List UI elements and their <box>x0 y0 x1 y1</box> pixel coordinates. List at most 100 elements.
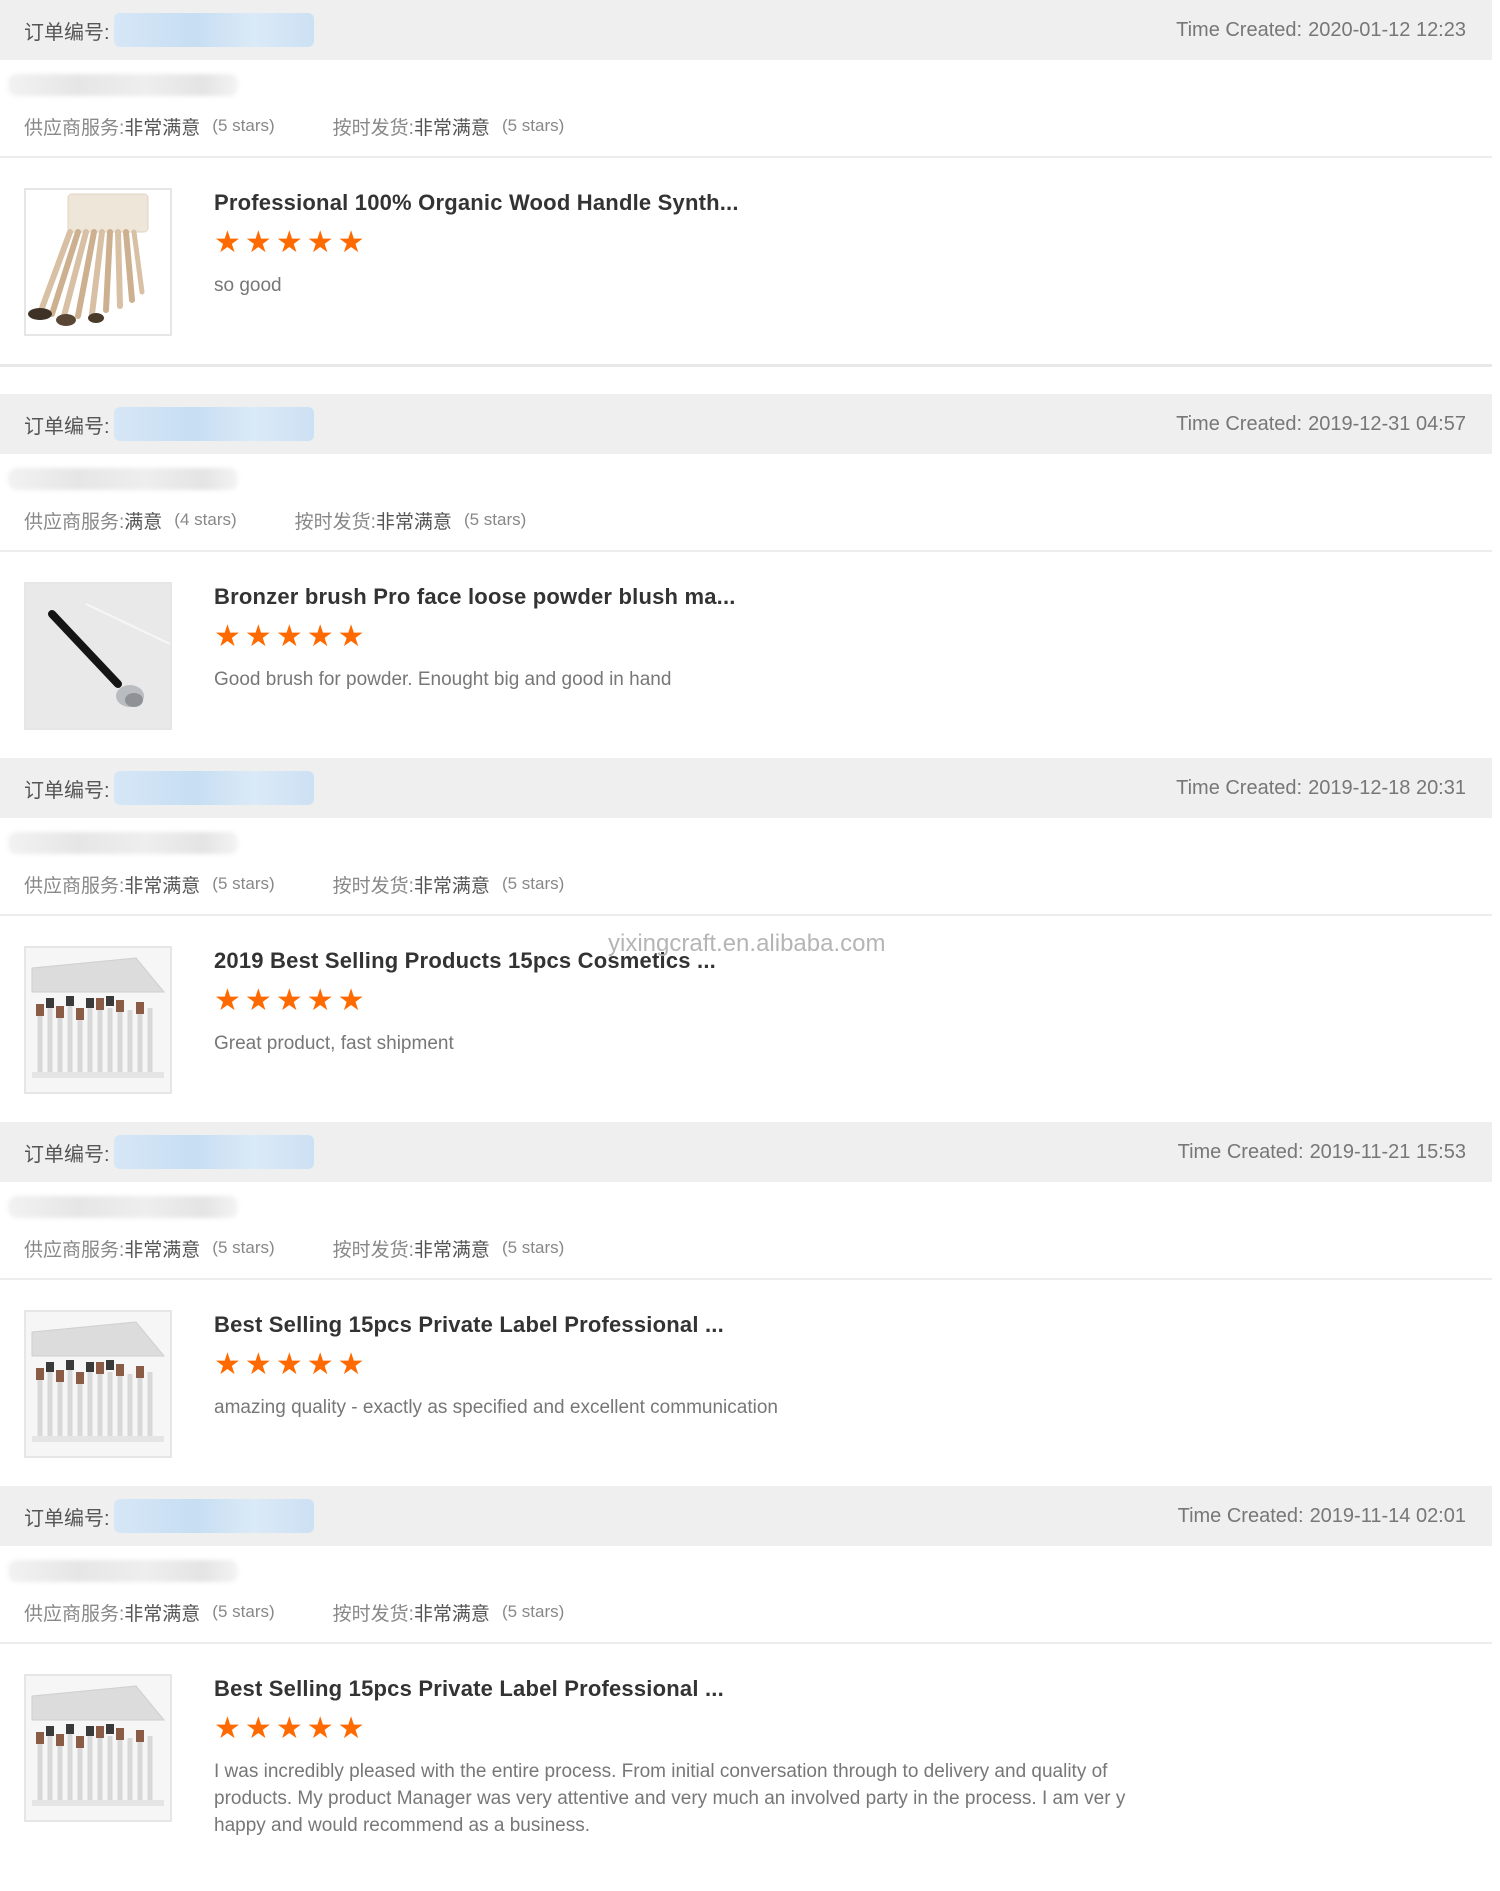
buyer-row <box>0 454 1492 490</box>
on-time-shipping-label: 按时发货: <box>332 117 414 139</box>
product-thumbnail[interactable] <box>24 946 172 1094</box>
supplier-service-rating: 供应商服务: 非常满意 (5 stars) <box>24 113 275 140</box>
product-review: 2019 Best Selling Products 15pcs Cosmeti… <box>0 916 1492 1122</box>
time-created-value: 2019-11-14 02:01 <box>1309 1504 1466 1527</box>
order-card: 订单编号: Time Created: 2019-11-14 02:01 供应商服… <box>0 1486 1492 1850</box>
on-time-shipping-value: 非常满意 <box>413 1239 490 1261</box>
product-review: Best Selling 15pcs Private Label Profess… <box>0 1644 1492 1850</box>
star-rating: ★ ★ ★ ★ ★ <box>214 986 716 1016</box>
review-text: Good brush for powder. Enought big and g… <box>214 669 672 690</box>
reviews-list: 订单编号: Time Created: 2020-01-12 12:23 供应商服… <box>0 0 1492 1850</box>
supplier-service-label: 供应商服务: <box>24 117 125 139</box>
star-icon: ★ <box>306 1712 334 1745</box>
white-brush-set-image <box>26 1676 170 1820</box>
product-info: 2019 Best Selling Products 15pcs Cosmeti… <box>214 946 716 1122</box>
on-time-shipping-label: 按时发货: <box>332 1239 414 1261</box>
product-title-link[interactable]: Professional 100% Organic Wood Handle Sy… <box>214 190 739 216</box>
order-number-label: 订单编号: <box>24 779 110 802</box>
star-icon: ★ <box>214 984 241 1017</box>
star-rating: ★ ★ ★ ★ ★ <box>214 622 736 652</box>
supplier-service-rating: 供应商服务: 非常满意 (5 stars) <box>24 1235 275 1262</box>
supplier-service-stars: (4 stars) <box>174 510 237 529</box>
order-number: 订单编号: <box>24 771 314 805</box>
time-created-value: 2019-11-21 15:53 <box>1309 1140 1466 1163</box>
buyer-name-redacted <box>8 832 238 854</box>
product-thumbnail[interactable] <box>24 188 172 336</box>
review-text: I was incredibly pleased with the entire… <box>214 1761 1126 1836</box>
supplier-service-value: 非常满意 <box>124 1239 201 1261</box>
star-icon: ★ <box>306 226 334 259</box>
order-number-redacted <box>113 407 314 441</box>
order-number-label: 订单编号: <box>24 21 110 44</box>
buyer-row <box>0 1546 1492 1582</box>
ratings-row: 供应商服务: 满意 (4 stars) 按时发货: 非常满意 (5 stars) <box>0 490 1492 552</box>
order-number-label: 订单编号: <box>24 415 110 438</box>
on-time-shipping-rating: 按时发货: 非常满意 (5 stars) <box>333 1235 565 1262</box>
star-icon: ★ <box>214 1348 241 1381</box>
time-created-label: Time Created: <box>1176 18 1303 41</box>
star-icon: ★ <box>306 620 334 653</box>
star-rating: ★ ★ ★ ★ ★ <box>214 228 739 258</box>
time-created-label: Time Created: <box>1176 412 1303 435</box>
product-title-link[interactable]: Bronzer brush Pro face loose powder blus… <box>214 584 736 610</box>
buyer-row <box>0 818 1492 854</box>
supplier-service-rating: 供应商服务: 满意 (4 stars) <box>24 507 237 534</box>
star-icon: ★ <box>214 226 241 259</box>
on-time-shipping-label: 按时发货: <box>332 1603 414 1625</box>
time-created: Time Created: 2019-11-14 02:01 <box>1178 1505 1466 1528</box>
star-icon: ★ <box>337 984 365 1017</box>
order-number-redacted <box>113 13 314 47</box>
ratings-row: 供应商服务: 非常满意 (5 stars) 按时发货: 非常满意 (5 star… <box>0 1582 1492 1644</box>
time-created: Time Created: 2019-12-31 04:57 <box>1176 413 1466 436</box>
time-created-label: Time Created: <box>1177 1140 1304 1163</box>
star-icon: ★ <box>244 1712 272 1745</box>
star-icon: ★ <box>244 984 272 1017</box>
supplier-service-rating: 供应商服务: 非常满意 (5 stars) <box>24 871 275 898</box>
order-header: 订单编号: Time Created: 2019-12-31 04:57 <box>0 394 1492 454</box>
order-number: 订单编号: <box>24 1499 314 1533</box>
order-header: 订单编号: Time Created: 2019-11-21 15:53 <box>0 1122 1492 1182</box>
ratings-row: 供应商服务: 非常满意 (5 stars) 按时发货: 非常满意 (5 star… <box>0 96 1492 158</box>
order-card: 订单编号: Time Created: 2019-11-21 15:53 供应商服… <box>0 1122 1492 1486</box>
supplier-service-label: 供应商服务: <box>24 1603 125 1625</box>
on-time-shipping-rating: 按时发货: 非常满意 (5 stars) <box>333 113 565 140</box>
product-review: Best Selling 15pcs Private Label Profess… <box>0 1280 1492 1486</box>
buyer-name-redacted <box>8 74 238 96</box>
star-icon: ★ <box>214 1712 241 1745</box>
star-rating: ★ ★ ★ ★ ★ <box>214 1714 1174 1744</box>
star-icon: ★ <box>337 1348 365 1381</box>
star-icon: ★ <box>306 984 334 1017</box>
product-title-link[interactable]: 2019 Best Selling Products 15pcs Cosmeti… <box>214 948 716 974</box>
time-created-label: Time Created: <box>1177 1504 1304 1527</box>
order-number-label: 订单编号: <box>24 1507 110 1530</box>
buyer-name-redacted <box>8 468 238 490</box>
star-rating: ★ ★ ★ ★ ★ <box>214 1350 778 1380</box>
supplier-service-stars: (5 stars) <box>212 1602 275 1621</box>
product-thumbnail[interactable] <box>24 1674 172 1822</box>
on-time-shipping-stars: (5 stars) <box>501 116 565 135</box>
star-icon: ★ <box>337 226 365 259</box>
on-time-shipping-stars: (5 stars) <box>501 874 565 893</box>
review-text: amazing quality - exactly as specified a… <box>214 1397 778 1418</box>
supplier-service-stars: (5 stars) <box>212 1238 275 1257</box>
supplier-service-label: 供应商服务: <box>24 875 125 897</box>
buyer-name-redacted <box>8 1560 238 1582</box>
supplier-service-stars: (5 stars) <box>212 874 275 893</box>
supplier-service-stars: (5 stars) <box>212 116 275 135</box>
on-time-shipping-value: 非常满意 <box>413 117 490 139</box>
product-thumbnail[interactable] <box>24 582 172 730</box>
star-icon: ★ <box>337 620 365 653</box>
order-header: 订单编号: Time Created: 2019-11-14 02:01 <box>0 1486 1492 1546</box>
star-icon: ★ <box>275 620 303 653</box>
on-time-shipping-stars: (5 stars) <box>501 1238 565 1257</box>
product-thumbnail[interactable] <box>24 1310 172 1458</box>
supplier-service-value: 非常满意 <box>124 875 201 897</box>
product-review: Professional 100% Organic Wood Handle Sy… <box>0 158 1492 364</box>
time-created: Time Created: 2019-12-18 20:31 <box>1176 777 1466 800</box>
star-icon: ★ <box>214 620 241 653</box>
product-title-link[interactable]: Best Selling 15pcs Private Label Profess… <box>214 1312 778 1338</box>
product-title-link[interactable]: Best Selling 15pcs Private Label Profess… <box>214 1676 1174 1702</box>
supplier-service-value: 非常满意 <box>124 1603 201 1625</box>
order-number: 订单编号: <box>24 1135 314 1169</box>
time-created-label: Time Created: <box>1176 776 1303 799</box>
